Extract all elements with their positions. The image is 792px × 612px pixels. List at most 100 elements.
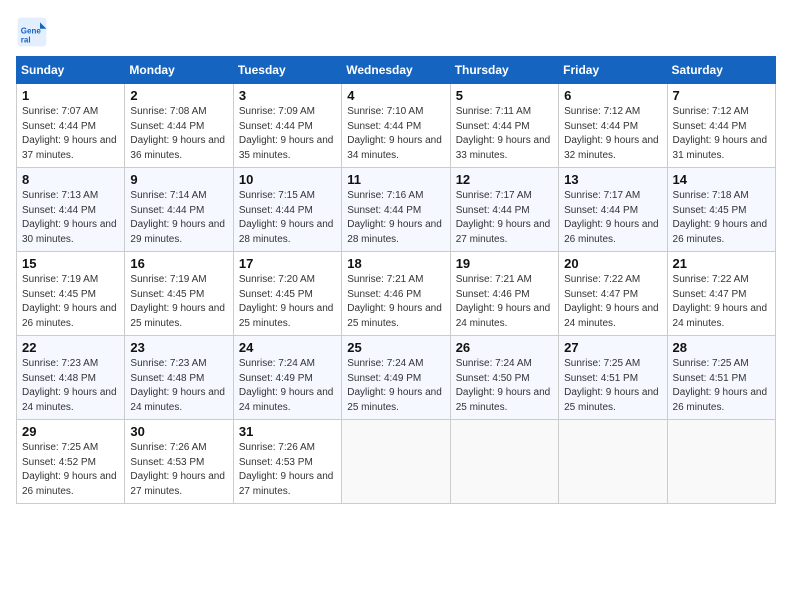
day-number: 12 — [456, 172, 553, 187]
calendar-cell: 17 Sunrise: 7:20 AMSunset: 4:45 PMDaylig… — [233, 252, 341, 336]
day-info: Sunrise: 7:19 AMSunset: 4:45 PMDaylight:… — [130, 273, 227, 331]
day-info: Sunrise: 7:10 AMSunset: 4:44 PMDaylight:… — [347, 105, 444, 163]
calendar-cell: 3 Sunrise: 7:09 AMSunset: 4:44 PMDayligh… — [233, 84, 341, 168]
header-saturday: Saturday — [667, 57, 775, 84]
day-info: Sunrise: 7:11 AMSunset: 4:44 PMDaylight:… — [456, 105, 553, 163]
day-number: 1 — [22, 88, 119, 103]
day-info: Sunrise: 7:25 AMSunset: 4:51 PMDaylight:… — [564, 357, 661, 415]
calendar-cell: 27 Sunrise: 7:25 AMSunset: 4:51 PMDaylig… — [559, 336, 667, 420]
day-number: 28 — [673, 340, 770, 355]
day-number: 15 — [22, 256, 119, 271]
svg-text:ral: ral — [21, 35, 31, 44]
day-info: Sunrise: 7:14 AMSunset: 4:44 PMDaylight:… — [130, 189, 227, 247]
calendar-cell: 11 Sunrise: 7:16 AMSunset: 4:44 PMDaylig… — [342, 168, 450, 252]
calendar-table: SundayMondayTuesdayWednesdayThursdayFrid… — [16, 56, 776, 504]
day-number: 3 — [239, 88, 336, 103]
day-number: 24 — [239, 340, 336, 355]
calendar-cell: 12 Sunrise: 7:17 AMSunset: 4:44 PMDaylig… — [450, 168, 558, 252]
header-thursday: Thursday — [450, 57, 558, 84]
day-info: Sunrise: 7:22 AMSunset: 4:47 PMDaylight:… — [564, 273, 661, 331]
calendar-cell: 4 Sunrise: 7:10 AMSunset: 4:44 PMDayligh… — [342, 84, 450, 168]
day-info: Sunrise: 7:23 AMSunset: 4:48 PMDaylight:… — [22, 357, 119, 415]
day-info: Sunrise: 7:19 AMSunset: 4:45 PMDaylight:… — [22, 273, 119, 331]
calendar-cell: 9 Sunrise: 7:14 AMSunset: 4:44 PMDayligh… — [125, 168, 233, 252]
header-friday: Friday — [559, 57, 667, 84]
calendar-cell: 23 Sunrise: 7:23 AMSunset: 4:48 PMDaylig… — [125, 336, 233, 420]
day-number: 14 — [673, 172, 770, 187]
day-info: Sunrise: 7:21 AMSunset: 4:46 PMDaylight:… — [456, 273, 553, 331]
day-number: 13 — [564, 172, 661, 187]
calendar-cell: 22 Sunrise: 7:23 AMSunset: 4:48 PMDaylig… — [17, 336, 125, 420]
calendar-cell: 6 Sunrise: 7:12 AMSunset: 4:44 PMDayligh… — [559, 84, 667, 168]
calendar-cell — [559, 420, 667, 504]
day-info: Sunrise: 7:17 AMSunset: 4:44 PMDaylight:… — [564, 189, 661, 247]
day-info: Sunrise: 7:22 AMSunset: 4:47 PMDaylight:… — [673, 273, 770, 331]
calendar-cell: 16 Sunrise: 7:19 AMSunset: 4:45 PMDaylig… — [125, 252, 233, 336]
day-number: 17 — [239, 256, 336, 271]
calendar-cell: 1 Sunrise: 7:07 AMSunset: 4:44 PMDayligh… — [17, 84, 125, 168]
day-number: 2 — [130, 88, 227, 103]
day-number: 25 — [347, 340, 444, 355]
header-monday: Monday — [125, 57, 233, 84]
calendar-cell: 7 Sunrise: 7:12 AMSunset: 4:44 PMDayligh… — [667, 84, 775, 168]
day-info: Sunrise: 7:13 AMSunset: 4:44 PMDaylight:… — [22, 189, 119, 247]
day-info: Sunrise: 7:21 AMSunset: 4:46 PMDaylight:… — [347, 273, 444, 331]
calendar-cell: 8 Sunrise: 7:13 AMSunset: 4:44 PMDayligh… — [17, 168, 125, 252]
calendar-cell: 15 Sunrise: 7:19 AMSunset: 4:45 PMDaylig… — [17, 252, 125, 336]
calendar-cell: 30 Sunrise: 7:26 AMSunset: 4:53 PMDaylig… — [125, 420, 233, 504]
day-number: 11 — [347, 172, 444, 187]
day-number: 9 — [130, 172, 227, 187]
header-tuesday: Tuesday — [233, 57, 341, 84]
day-number: 19 — [456, 256, 553, 271]
day-number: 23 — [130, 340, 227, 355]
calendar-week-row: 8 Sunrise: 7:13 AMSunset: 4:44 PMDayligh… — [17, 168, 776, 252]
day-info: Sunrise: 7:26 AMSunset: 4:53 PMDaylight:… — [239, 441, 336, 499]
day-info: Sunrise: 7:26 AMSunset: 4:53 PMDaylight:… — [130, 441, 227, 499]
day-number: 22 — [22, 340, 119, 355]
day-number: 8 — [22, 172, 119, 187]
logo-icon: Gene ral — [16, 16, 48, 48]
calendar-cell: 19 Sunrise: 7:21 AMSunset: 4:46 PMDaylig… — [450, 252, 558, 336]
calendar-cell — [667, 420, 775, 504]
calendar-cell — [450, 420, 558, 504]
day-info: Sunrise: 7:09 AMSunset: 4:44 PMDaylight:… — [239, 105, 336, 163]
header-sunday: Sunday — [17, 57, 125, 84]
day-number: 18 — [347, 256, 444, 271]
day-number: 7 — [673, 88, 770, 103]
day-number: 20 — [564, 256, 661, 271]
calendar-cell: 29 Sunrise: 7:25 AMSunset: 4:52 PMDaylig… — [17, 420, 125, 504]
calendar-week-row: 1 Sunrise: 7:07 AMSunset: 4:44 PMDayligh… — [17, 84, 776, 168]
day-number: 4 — [347, 88, 444, 103]
calendar-cell: 31 Sunrise: 7:26 AMSunset: 4:53 PMDaylig… — [233, 420, 341, 504]
calendar-cell: 13 Sunrise: 7:17 AMSunset: 4:44 PMDaylig… — [559, 168, 667, 252]
calendar-cell: 10 Sunrise: 7:15 AMSunset: 4:44 PMDaylig… — [233, 168, 341, 252]
day-number: 31 — [239, 424, 336, 439]
day-info: Sunrise: 7:23 AMSunset: 4:48 PMDaylight:… — [130, 357, 227, 415]
calendar-cell: 25 Sunrise: 7:24 AMSunset: 4:49 PMDaylig… — [342, 336, 450, 420]
calendar-week-row: 15 Sunrise: 7:19 AMSunset: 4:45 PMDaylig… — [17, 252, 776, 336]
day-number: 10 — [239, 172, 336, 187]
page-header: Gene ral — [16, 16, 776, 48]
day-info: Sunrise: 7:25 AMSunset: 4:52 PMDaylight:… — [22, 441, 119, 499]
day-info: Sunrise: 7:25 AMSunset: 4:51 PMDaylight:… — [673, 357, 770, 415]
header-wednesday: Wednesday — [342, 57, 450, 84]
day-info: Sunrise: 7:17 AMSunset: 4:44 PMDaylight:… — [456, 189, 553, 247]
calendar-cell: 14 Sunrise: 7:18 AMSunset: 4:45 PMDaylig… — [667, 168, 775, 252]
day-info: Sunrise: 7:15 AMSunset: 4:44 PMDaylight:… — [239, 189, 336, 247]
calendar-cell: 5 Sunrise: 7:11 AMSunset: 4:44 PMDayligh… — [450, 84, 558, 168]
day-number: 21 — [673, 256, 770, 271]
day-info: Sunrise: 7:18 AMSunset: 4:45 PMDaylight:… — [673, 189, 770, 247]
day-number: 6 — [564, 88, 661, 103]
calendar-cell — [342, 420, 450, 504]
calendar-cell: 26 Sunrise: 7:24 AMSunset: 4:50 PMDaylig… — [450, 336, 558, 420]
day-number: 26 — [456, 340, 553, 355]
logo: Gene ral — [16, 16, 52, 48]
svg-text:Gene: Gene — [21, 27, 42, 36]
day-info: Sunrise: 7:12 AMSunset: 4:44 PMDaylight:… — [673, 105, 770, 163]
day-number: 30 — [130, 424, 227, 439]
day-number: 5 — [456, 88, 553, 103]
day-number: 29 — [22, 424, 119, 439]
calendar-cell: 21 Sunrise: 7:22 AMSunset: 4:47 PMDaylig… — [667, 252, 775, 336]
day-info: Sunrise: 7:16 AMSunset: 4:44 PMDaylight:… — [347, 189, 444, 247]
calendar-cell: 28 Sunrise: 7:25 AMSunset: 4:51 PMDaylig… — [667, 336, 775, 420]
